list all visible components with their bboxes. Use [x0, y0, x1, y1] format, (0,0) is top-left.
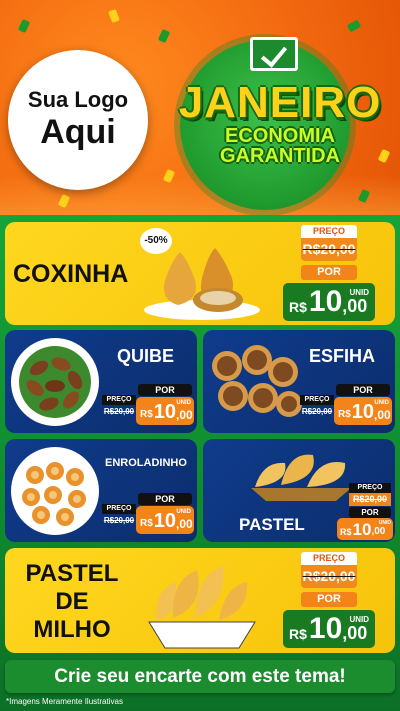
confetti-icon — [357, 188, 371, 204]
preco-label: PREÇO — [102, 504, 136, 514]
por-label: POR — [138, 384, 192, 396]
confetti-icon — [108, 8, 120, 24]
product-card-pastel: PASTEL PREÇO R$20,00 POR R$ 10 ,00 UNID — [203, 439, 395, 542]
header-banner: Sua Logo Aqui JANEIRO ECONOMIA GARANTIDA — [0, 0, 400, 215]
old-price-block: PREÇO R$20,00 — [300, 395, 334, 419]
currency: R$ — [140, 409, 153, 420]
cta-banner[interactable]: Crie seu encarte com este tema! — [5, 660, 395, 693]
logo-line-1: Sua Logo — [27, 87, 129, 112]
por-label: POR — [301, 265, 357, 280]
pastel-image — [251, 454, 351, 501]
product-name: QUIBE — [117, 346, 175, 366]
preco-label: PREÇO — [301, 552, 357, 565]
price-decimal: ,00 — [374, 408, 391, 422]
price-integer: 10 — [351, 401, 375, 423]
currency: R$ — [140, 518, 153, 529]
currency: R$ — [338, 409, 351, 420]
flyer: Sua Logo Aqui JANEIRO ECONOMIA GARANTIDA… — [0, 0, 400, 711]
por-label: POR — [349, 507, 391, 518]
confetti-icon — [346, 19, 362, 33]
product-name: COXINHA — [13, 260, 129, 288]
tagline-line-1: ECONOMIA — [225, 125, 335, 147]
unit-label: UNID — [374, 400, 389, 406]
product-name: ESFIHA — [309, 346, 376, 366]
product-name: PASTEL DE MILHO — [17, 560, 127, 644]
pastel-de-milho-image — [148, 566, 256, 649]
product-name-line-1: PASTEL — [25, 560, 119, 587]
preco-label: PREÇO — [102, 395, 136, 405]
price-decimal: ,00 — [371, 526, 386, 537]
discount-badge: -50% — [140, 228, 172, 254]
disclaimer-note: *Imagens Meramente Ilustrativas — [6, 697, 123, 706]
confetti-icon — [157, 28, 171, 44]
old-price: R$20,00 — [349, 493, 391, 506]
old-price: R$20,00 — [302, 241, 356, 257]
product-card-esfiha: ESFIHA POR PREÇO R$20,00 R$ 10 ,00 UNID — [203, 330, 395, 433]
tagline-line-2: GARANTIDA — [220, 145, 340, 167]
old-price-block: PREÇO R$20,00 — [102, 395, 136, 419]
month-title: JANEIRO — [178, 78, 382, 127]
confetti-icon — [17, 18, 31, 34]
logo-placeholder: Sua Logo Aqui — [8, 50, 148, 190]
currency: R$ — [340, 527, 352, 537]
product-card-enroladinho: ENROLADINHO POR PREÇO R$20,00 R$ 10 ,00 … — [5, 439, 197, 542]
price-integer: 10 — [352, 520, 372, 539]
old-price: R$20,00 — [301, 407, 333, 416]
check-box-icon — [250, 37, 298, 71]
unit-label: UNID — [176, 509, 191, 515]
unit-label: UNID — [378, 520, 391, 526]
confetti-icon — [162, 168, 176, 184]
old-price-block: PREÇO R$20,00 — [349, 483, 391, 506]
preco-label: PREÇO — [300, 395, 334, 405]
product-card-quibe: QUIBE POR PREÇO R$20,00 R$ 10 ,00 UNID — [5, 330, 197, 433]
product-card-coxinha: COXINHA PREÇO R$20,00 POR R$ 10 ,00 UNID — [5, 222, 395, 325]
por-label: POR — [138, 493, 192, 505]
tagline: ECONOMIA GARANTIDA — [170, 126, 390, 166]
price-decimal: ,00 — [176, 517, 193, 531]
product-name: ENROLADINHO — [105, 457, 187, 469]
product-name-line-2: DE — [55, 588, 89, 615]
price-integer: 10 — [153, 510, 177, 532]
price-integer: 10 — [308, 612, 343, 645]
quibe-image — [11, 338, 99, 426]
new-price: R$ 10 ,00 UNID — [337, 518, 393, 540]
product-name-line-3: MILHO — [33, 616, 111, 643]
confetti-icon — [57, 193, 71, 209]
old-price: R$20,00 — [103, 407, 135, 416]
unit-label: UNID — [176, 400, 191, 406]
new-price: R$ 10 ,00 UNID — [334, 397, 392, 425]
product-card-pastel-de-milho: PASTEL DE MILHO PREÇO R$20,00 POR R$ 10 … — [5, 548, 395, 653]
old-price-tag: PREÇO R$20,00 — [301, 552, 357, 588]
por-label: POR — [301, 592, 357, 607]
unit-label: UNID — [349, 288, 369, 297]
unit-label: UNID — [349, 615, 369, 624]
new-price: R$ 10 ,00 UNID — [136, 397, 194, 425]
product-name: PASTEL — [239, 515, 305, 534]
new-price: R$ 10 ,00 UNID — [283, 610, 375, 648]
currency: R$ — [289, 299, 307, 315]
price-integer: 10 — [308, 285, 343, 318]
preco-label: PREÇO — [349, 483, 391, 493]
price-decimal: ,00 — [342, 623, 368, 643]
new-price: R$ 10 ,00 UNID — [283, 283, 375, 321]
por-label: POR — [336, 384, 390, 396]
enroladinho-image — [11, 447, 99, 535]
old-price-block: PREÇO R$20,00 — [102, 504, 136, 528]
price-decimal: ,00 — [342, 296, 368, 316]
old-price: R$20,00 — [302, 568, 356, 584]
new-price: R$ 10 ,00 UNID — [136, 506, 194, 534]
currency: R$ — [289, 626, 307, 642]
price-decimal: ,00 — [176, 408, 193, 422]
price-integer: 10 — [153, 401, 177, 423]
esfiha-image — [212, 345, 302, 417]
preco-label: PREÇO — [301, 225, 357, 238]
logo-line-2: Aqui — [40, 113, 116, 151]
old-price-tag: PREÇO R$20,00 — [301, 225, 357, 261]
old-price: R$20,00 — [103, 516, 135, 525]
